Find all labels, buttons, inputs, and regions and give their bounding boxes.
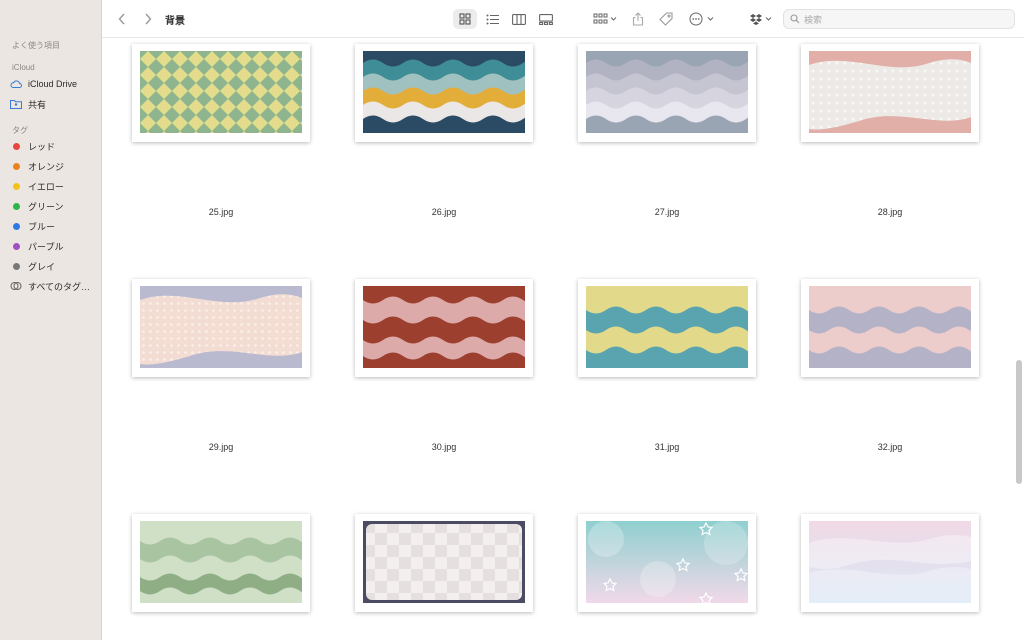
back-button[interactable] (114, 9, 130, 29)
tag-dot-icon (13, 202, 20, 210)
file-name[interactable]: 28.jpg (801, 207, 979, 217)
share-button[interactable] (629, 9, 647, 29)
file-thumbnail[interactable] (801, 279, 979, 377)
tag-label: パープル (28, 241, 64, 252)
tag-label: グリーン (28, 201, 64, 212)
file-name[interactable]: 25.jpg (132, 207, 310, 217)
file-thumbnail[interactable] (132, 44, 310, 142)
file-thumbnail[interactable] (132, 514, 310, 612)
sidebar-tag-purple[interactable]: パープル (10, 237, 98, 255)
tag-dot-icon (13, 262, 20, 270)
sidebar-item-label: 共有 (28, 99, 47, 110)
file-thumbnail[interactable] (578, 44, 756, 142)
window-title: 背景 (165, 16, 185, 27)
chevron-left-icon (118, 13, 125, 25)
sidebar-tag-red[interactable]: レッド (10, 137, 98, 155)
sidebar-item-icloud-drive[interactable]: iCloud Drive (10, 75, 98, 93)
file-thumbnail[interactable] (578, 279, 756, 377)
file-thumbnail[interactable] (578, 514, 756, 612)
tags-header: タグ (12, 126, 28, 135)
toolbar: 背景 検索 (102, 0, 1024, 38)
icloud-header: iCloud (12, 63, 35, 72)
file-thumbnail[interactable] (355, 279, 533, 377)
sidebar: よく使う項目 iCloud iCloud Drive 共有 タグ レッド オレン… (0, 0, 102, 640)
tag-label: ブルー (28, 221, 56, 232)
sidebar-item-label: すべてのタグ… (28, 281, 91, 292)
file-thumbnail[interactable] (355, 44, 533, 142)
file-thumbnail[interactable] (132, 279, 310, 377)
sidebar-tag-blue[interactable]: ブルー (10, 217, 98, 235)
tag-label: イエロー (28, 181, 64, 192)
file-name[interactable]: 29.jpg (132, 442, 310, 452)
group-by-button[interactable] (590, 9, 620, 29)
sidebar-all-tags[interactable]: すべてのタグ… (10, 277, 98, 295)
finder-window: よく使う項目 iCloud iCloud Drive 共有 タグ レッド オレン… (0, 0, 1024, 640)
dropbox-icon (750, 14, 772, 25)
shared-folder-icon (10, 98, 22, 110)
file-name[interactable]: 30.jpg (355, 442, 533, 452)
gallery-icon (539, 13, 553, 25)
favorites-header: よく使う項目 (12, 41, 60, 50)
list-view-button[interactable] (480, 9, 504, 29)
grid-icon (459, 13, 471, 25)
file-thumbnail[interactable] (355, 514, 533, 612)
tag-dot-icon (13, 242, 20, 250)
search-placeholder: 検索 (804, 14, 823, 25)
columns-icon (512, 13, 526, 25)
column-view-button[interactable] (507, 9, 531, 29)
search-icon (790, 14, 800, 24)
more-actions-button[interactable] (687, 9, 717, 29)
icon-view-button[interactable] (453, 9, 477, 29)
ellipsis-circle-icon (689, 12, 714, 26)
share-icon (632, 12, 644, 26)
tag-dot-icon (13, 222, 20, 230)
search-field[interactable]: 検索 (783, 9, 1015, 29)
gallery-view-button[interactable] (534, 9, 558, 29)
file-name[interactable]: 32.jpg (801, 442, 979, 452)
file-name[interactable]: 26.jpg (355, 207, 533, 217)
scrollbar-thumb[interactable] (1016, 360, 1022, 484)
file-thumbnail[interactable] (801, 44, 979, 142)
file-name[interactable]: 27.jpg (578, 207, 756, 217)
sidebar-tag-yellow[interactable]: イエロー (10, 177, 98, 195)
sidebar-item-label: iCloud Drive (28, 79, 78, 89)
list-icon (486, 14, 499, 24)
sidebar-tag-gray[interactable]: グレイ (10, 257, 98, 275)
tag-icon (659, 12, 673, 26)
file-grid: 25.jpg 26.jpg 27.jpg 28.jpg 29.jpg 30.jp… (102, 38, 1024, 640)
all-tags-icon (10, 280, 22, 292)
forward-button[interactable] (140, 9, 156, 29)
tag-dot-icon (13, 142, 20, 150)
chevron-right-icon (145, 13, 152, 25)
sidebar-tag-green[interactable]: グリーン (10, 197, 98, 215)
sidebar-item-shared[interactable]: 共有 (10, 95, 98, 113)
dropbox-button[interactable] (748, 9, 776, 29)
tag-label: レッド (28, 141, 56, 152)
sidebar-tag-orange[interactable]: オレンジ (10, 157, 98, 175)
tag-dot-icon (13, 182, 20, 190)
file-name[interactable]: 31.jpg (578, 442, 756, 452)
file-thumbnail[interactable] (801, 514, 979, 612)
cloud-icon (10, 78, 22, 90)
tag-button[interactable] (657, 9, 675, 29)
tag-dot-icon (13, 162, 20, 170)
tag-label: オレンジ (28, 161, 65, 172)
tag-label: グレイ (28, 261, 56, 272)
group-grid-icon (593, 13, 617, 24)
